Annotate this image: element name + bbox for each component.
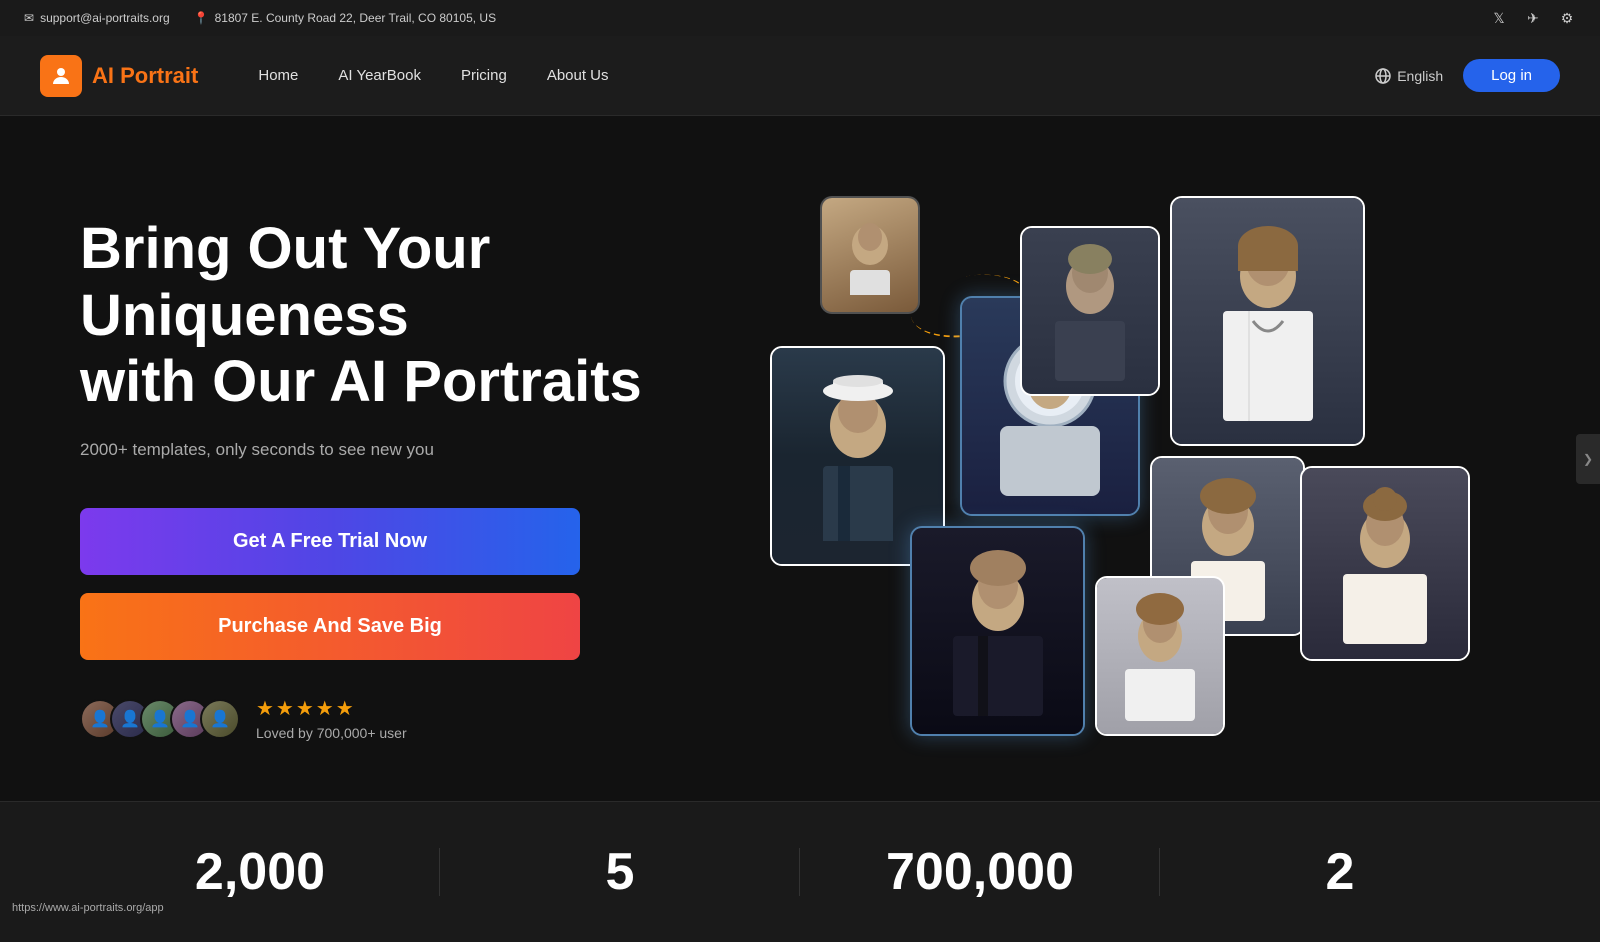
stat-templates: 2,000 <box>80 842 440 902</box>
topbar: ✉ support@ai-portraits.org 📍 81807 E. Co… <box>0 0 1600 36</box>
nav-ai-yearbook[interactable]: AI YearBook <box>338 63 421 88</box>
topbar-email: ✉ support@ai-portraits.org <box>24 11 170 25</box>
stat-second-number: 5 <box>440 842 800 902</box>
topbar-address: 📍 81807 E. County Road 22, Deer Trail, C… <box>194 11 496 25</box>
telegram-icon[interactable]: ✈ <box>1524 9 1542 27</box>
stats-bar: 2,000 5 700,000 2 <box>0 801 1600 942</box>
nav-home[interactable]: Home <box>258 63 298 88</box>
email-text: support@ai-portraits.org <box>40 11 170 25</box>
free-trial-button[interactable]: Get A Free Trial Now <box>80 508 580 575</box>
stat-fourth: 2 <box>1160 842 1520 902</box>
avatar-5: 👤 <box>200 699 240 739</box>
login-button[interactable]: Log in <box>1463 59 1560 92</box>
topbar-right: 𝕏 ✈ ⚙ <box>1490 9 1576 27</box>
stat-users: 700,000 <box>800 842 1160 902</box>
portrait-card-bottom <box>910 526 1085 736</box>
logo[interactable]: AI Portrait <box>40 55 198 97</box>
loved-by-text: Loved by 700,000+ user <box>256 725 407 741</box>
logo-text: AI Portrait <box>92 63 198 89</box>
location-icon: 📍 <box>194 11 209 25</box>
language-label: English <box>1397 68 1443 84</box>
hero-section: Bring Out Your Uniqueness with Our AI Po… <box>0 116 1600 801</box>
navbar: AI Portrait Home AI YearBook Pricing Abo… <box>0 36 1600 116</box>
address-text: 81807 E. County Road 22, Deer Trail, CO … <box>215 11 497 25</box>
hero-title: Bring Out Your Uniqueness with Our AI Po… <box>80 216 740 416</box>
discord-icon[interactable]: ⚙ <box>1558 9 1576 27</box>
portrait-card-1 <box>820 196 920 314</box>
nav-right: English Log in <box>1375 59 1560 92</box>
stat-fourth-number: 2 <box>1160 842 1520 902</box>
stat-templates-number: 2,000 <box>80 842 440 902</box>
hero-left: Bring Out Your Uniqueness with Our AI Po… <box>80 196 740 741</box>
purchase-button[interactable]: Purchase And Save Big <box>80 593 580 660</box>
stat-second: 5 <box>440 842 800 902</box>
topbar-left: ✉ support@ai-portraits.org 📍 81807 E. Co… <box>24 11 496 25</box>
stat-users-number: 700,000 <box>800 842 1160 902</box>
social-proof: 👤 👤 👤 👤 👤 ★★★★★ Loved by 700,000+ user <box>80 696 740 741</box>
portrait-card-10 <box>1300 466 1470 661</box>
nav-about[interactable]: About Us <box>547 63 609 88</box>
portrait-card-9 <box>1095 576 1225 736</box>
avatar-group: 👤 👤 👤 👤 👤 <box>80 699 240 739</box>
language-selector[interactable]: English <box>1375 68 1443 84</box>
email-icon: ✉ <box>24 11 34 25</box>
twitter-icon[interactable]: 𝕏 <box>1490 9 1508 27</box>
portrait-card-5 <box>1020 226 1160 396</box>
status-bar: https://www.ai-portraits.org/app <box>0 898 176 918</box>
logo-icon <box>40 55 82 97</box>
rating-info: ★★★★★ Loved by 700,000+ user <box>256 696 407 741</box>
nav-links: Home AI YearBook Pricing About Us <box>258 63 1375 88</box>
hero-subtitle: 2000+ templates, only seconds to see new… <box>80 440 740 460</box>
status-url: https://www.ai-portraits.org/app <box>12 902 164 914</box>
sidebar-toggle[interactable]: ❯ <box>1576 434 1600 484</box>
hero-right-collage <box>740 196 1520 736</box>
portrait-card-doctor <box>1170 196 1365 446</box>
star-rating: ★★★★★ <box>256 696 407 721</box>
chevron-icon: ❯ <box>1583 452 1593 466</box>
nav-pricing[interactable]: Pricing <box>461 63 507 88</box>
